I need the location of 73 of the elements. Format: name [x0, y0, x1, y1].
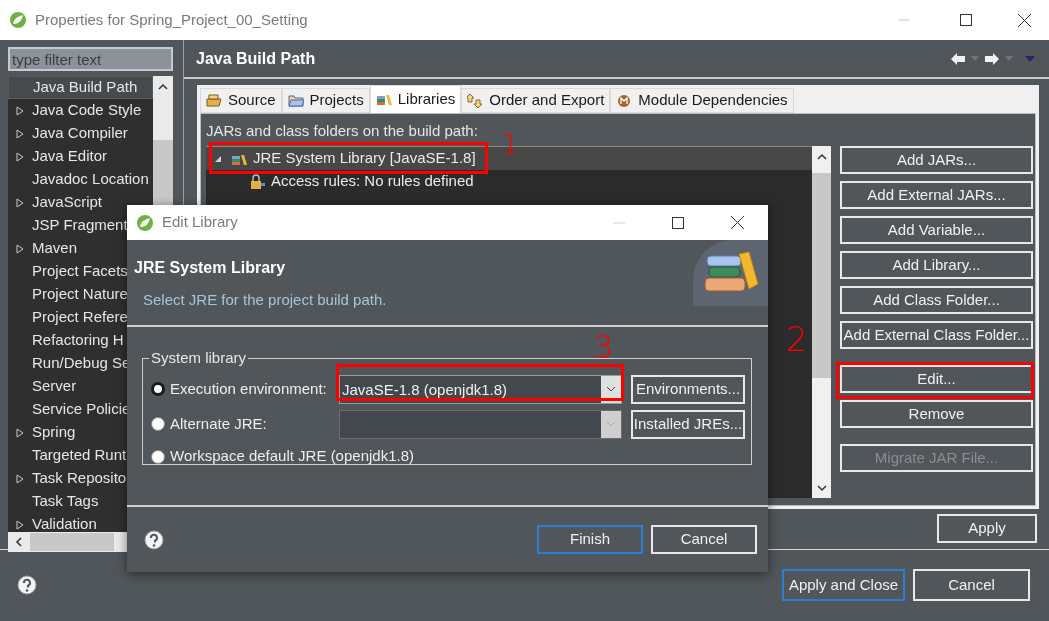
dialog-button[interactable]: Cancel [651, 525, 757, 554]
caret-icon [606, 421, 616, 427]
tree-item[interactable]: Java Code Style [8, 99, 153, 122]
side-button[interactable]: Add External Class Folder... [840, 321, 1033, 349]
tree-item[interactable]: Java Compiler [8, 122, 153, 145]
tree-item[interactable]: Validation [8, 513, 153, 532]
tab[interactable]: Libraries [369, 85, 462, 113]
back-arrow-icon [951, 52, 965, 65]
forward-button[interactable] [985, 52, 1013, 65]
footer-button[interactable]: Apply and Close [782, 569, 905, 601]
tree-item[interactable]: Spring [8, 421, 153, 444]
apply-button[interactable]: Apply [937, 514, 1037, 543]
arrows-icon [467, 92, 484, 109]
books-icon [702, 251, 759, 295]
scroll-left-icon [15, 537, 22, 547]
dialog-description: Select JRE for the project build path. [143, 290, 387, 310]
tree-item[interactable]: JavaScript [8, 191, 153, 214]
maximize-icon [672, 216, 684, 229]
back-button[interactable] [951, 52, 979, 65]
caret-icon [1025, 55, 1035, 62]
dialog-button[interactable]: Environments... [631, 374, 745, 404]
scroll-down-icon [816, 485, 827, 492]
caret-icon [606, 386, 616, 392]
side-button[interactable]: Add Variable... [840, 216, 1033, 244]
radio-button[interactable]: Execution environment: [151, 377, 339, 401]
side-button[interactable]: Edit... [840, 365, 1033, 393]
side-button[interactable]: Add Class Folder... [840, 286, 1033, 314]
caret-icon [971, 56, 979, 61]
scrollbar[interactable] [812, 146, 831, 498]
filter-field[interactable]: type filter text [8, 47, 173, 71]
tree-item[interactable]: Maven [8, 237, 153, 260]
group-label: System library [150, 348, 248, 368]
help-icon [17, 575, 37, 595]
window-title: Properties for Spring_Project_00_Setting [35, 9, 308, 30]
padlock-icon [250, 173, 266, 190]
tree-item[interactable]: Access rules: No rules defined [206, 170, 812, 193]
close-icon [1018, 13, 1031, 27]
forward-arrow-icon [985, 52, 999, 65]
leaf-icon [9, 11, 27, 29]
list-caption: JARs and class folders on the build path: [206, 121, 479, 140]
source-folder-icon [206, 92, 222, 109]
scrollbar-thumb[interactable] [812, 173, 831, 378]
scroll-up-icon [816, 153, 827, 160]
scrollbar-thumb[interactable] [30, 533, 114, 551]
side-button[interactable]: Add JARs... [840, 146, 1033, 174]
side-button[interactable]: Add Library... [840, 251, 1033, 279]
scroll-up-icon [158, 83, 168, 90]
close-icon [731, 216, 744, 229]
tree-item[interactable]: Javadoc Location [8, 168, 153, 191]
tab[interactable]: Source [200, 88, 282, 113]
dialog-heading: JRE System Library [134, 258, 287, 278]
footer-button[interactable]: Cancel [913, 569, 1030, 601]
leaf-icon [136, 213, 154, 232]
tab[interactable]: Order and Export [461, 88, 611, 113]
tab[interactable]: Projects [281, 88, 370, 113]
dialog-title: Edit Library [162, 212, 238, 233]
folder-icon [287, 92, 304, 109]
tree-item[interactable]: Task Reposito [8, 467, 153, 490]
annotation-number: 2 [786, 322, 808, 358]
tab[interactable]: Module Dependencies [610, 88, 794, 113]
dialog-button[interactable]: Finish [537, 525, 643, 554]
module-icon [616, 92, 633, 109]
maximize-icon [960, 14, 972, 26]
collapse-icon [214, 154, 222, 163]
tree-item[interactable]: Java Build Path [8, 76, 153, 99]
tree-item[interactable]: Java Editor [8, 145, 153, 168]
radio-button[interactable]: Workspace default JRE (openjdk1.8) [151, 445, 414, 468]
side-button[interactable]: Add External JARs... [840, 181, 1033, 209]
page-title: Java Build Path [196, 48, 316, 69]
side-button[interactable]: Remove [840, 400, 1033, 428]
caret-icon [1005, 56, 1013, 61]
help-icon [144, 529, 164, 550]
annotation-number: 3 [593, 331, 614, 365]
